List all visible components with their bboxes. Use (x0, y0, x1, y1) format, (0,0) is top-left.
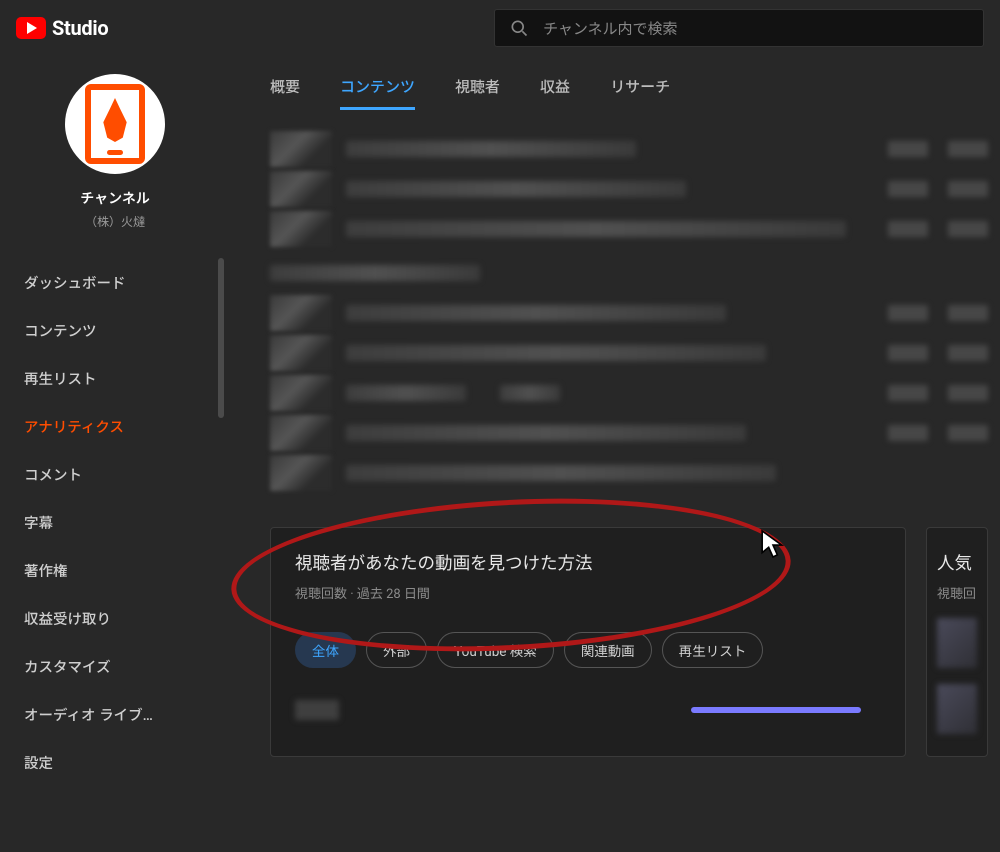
sidebar-item-content[interactable]: コンテンツ (0, 306, 230, 354)
chip-label: 再生リスト (679, 644, 747, 660)
list-item (270, 171, 988, 207)
sidebar-item-comments[interactable]: コメント (0, 450, 230, 498)
tab-research[interactable]: リサーチ (610, 76, 670, 110)
list-item (270, 295, 988, 331)
popular-card: 人気 視聴回 (926, 527, 988, 757)
chip-playlists[interactable]: 再生リスト (662, 632, 764, 668)
chip-label: YouTube 検索 (454, 644, 537, 660)
bar-label-blurred (295, 700, 339, 720)
sidebar-item-dashboard[interactable]: ダッシュボード (0, 258, 230, 306)
list-item (270, 455, 988, 491)
tab-label: リサーチ (610, 78, 670, 96)
thumbnail-blurred (937, 684, 977, 734)
sidebar-item-label: コンテンツ (24, 320, 97, 341)
search-input[interactable]: チャンネル内で検索 (494, 9, 984, 47)
chip-all[interactable]: 全体 (295, 632, 356, 668)
sidebar-item-label: 再生リスト (24, 368, 97, 389)
chip-label: 外部 (383, 644, 410, 660)
discovery-card-title: 視聴者があなたの動画を見つけた方法 (295, 550, 881, 575)
sidebar-item-label: 収益受け取り (24, 608, 111, 629)
bar-row (295, 700, 881, 720)
scrollbar[interactable] (218, 258, 224, 418)
sidebar-item-label: アナリティクス (24, 416, 124, 437)
sidebar-item-label: カスタマイズ (24, 656, 111, 677)
chip-youtube-search[interactable]: YouTube 検索 (437, 632, 554, 668)
video-list-blurred (270, 125, 988, 491)
sidebar-item-label: 設定 (24, 752, 53, 773)
tab-label: 視聴者 (455, 78, 500, 96)
sidebar: チャンネル （株）火燵 ダッシュボード コンテンツ 再生リスト アナリティクス … (0, 56, 230, 852)
sidebar-item-copyright[interactable]: 著作権 (0, 546, 230, 594)
youtube-icon (16, 17, 46, 39)
search-icon (509, 18, 529, 38)
bar-fill (691, 707, 861, 713)
sidebar-item-playlists[interactable]: 再生リスト (0, 354, 230, 402)
tab-label: コンテンツ (340, 78, 415, 96)
search-placeholder: チャンネル内で検索 (543, 18, 678, 39)
list-item (270, 375, 988, 411)
chip-label: 関連動画 (581, 644, 635, 660)
sidebar-item-subtitles[interactable]: 字幕 (0, 498, 230, 546)
discovery-card: 視聴者があなたの動画を見つけた方法 視聴回数 · 過去 28 日間 全体 外部 … (270, 527, 906, 757)
popular-card-subtitle: 視聴回 (937, 583, 977, 602)
list-item (270, 211, 988, 247)
analytics-tabs: 概要 コンテンツ 視聴者 収益 リサーチ (270, 56, 988, 125)
sidebar-item-customization[interactable]: カスタマイズ (0, 642, 230, 690)
chip-label: 全体 (312, 644, 339, 660)
sidebar-item-label: 著作権 (24, 560, 68, 581)
discovery-card-subtitle: 視聴回数 · 過去 28 日間 (295, 583, 881, 602)
sidebar-item-label: ダッシュボード (24, 272, 126, 293)
tab-revenue[interactable]: 収益 (540, 76, 570, 110)
sidebar-item-settings[interactable]: 設定 (0, 738, 230, 786)
list-item (270, 131, 988, 167)
main-content: 概要 コンテンツ 視聴者 収益 リサーチ 視聴者があなたの動画を見つけた方法 視… (230, 56, 1000, 852)
tab-overview[interactable]: 概要 (270, 76, 300, 110)
channel-block[interactable]: チャンネル （株）火燵 (0, 68, 230, 250)
channel-avatar (65, 74, 165, 174)
traffic-source-chips: 全体 外部 YouTube 検索 関連動画 再生リスト (295, 632, 881, 668)
tab-content[interactable]: コンテンツ (340, 76, 415, 110)
sidebar-nav: ダッシュボード コンテンツ 再生リスト アナリティクス コメント 字幕 著作権 … (0, 258, 230, 786)
sidebar-item-label: オーディオ ライブ… (24, 704, 153, 725)
tab-audience[interactable]: 視聴者 (455, 76, 500, 110)
list-item (270, 265, 988, 281)
chip-suggested[interactable]: 関連動画 (564, 632, 652, 668)
logo-text: Studio (52, 16, 108, 40)
sidebar-item-monetization[interactable]: 収益受け取り (0, 594, 230, 642)
channel-name: （株）火燵 (0, 213, 230, 230)
channel-label: チャンネル (0, 188, 230, 208)
popular-card-title: 人気 (937, 550, 977, 575)
app-header: Studio チャンネル内で検索 (0, 0, 1000, 56)
sidebar-item-label: 字幕 (24, 512, 53, 533)
list-item (270, 415, 988, 451)
tab-label: 収益 (540, 78, 570, 96)
studio-logo[interactable]: Studio (16, 16, 108, 40)
tab-label: 概要 (270, 78, 300, 96)
sidebar-item-audio-library[interactable]: オーディオ ライブ… (0, 690, 230, 738)
sidebar-item-label: コメント (24, 464, 82, 485)
flame-icon (85, 84, 145, 164)
thumbnail-blurred (937, 618, 977, 668)
sidebar-item-analytics[interactable]: アナリティクス (0, 402, 230, 450)
list-item (270, 335, 988, 371)
chip-external[interactable]: 外部 (366, 632, 427, 668)
